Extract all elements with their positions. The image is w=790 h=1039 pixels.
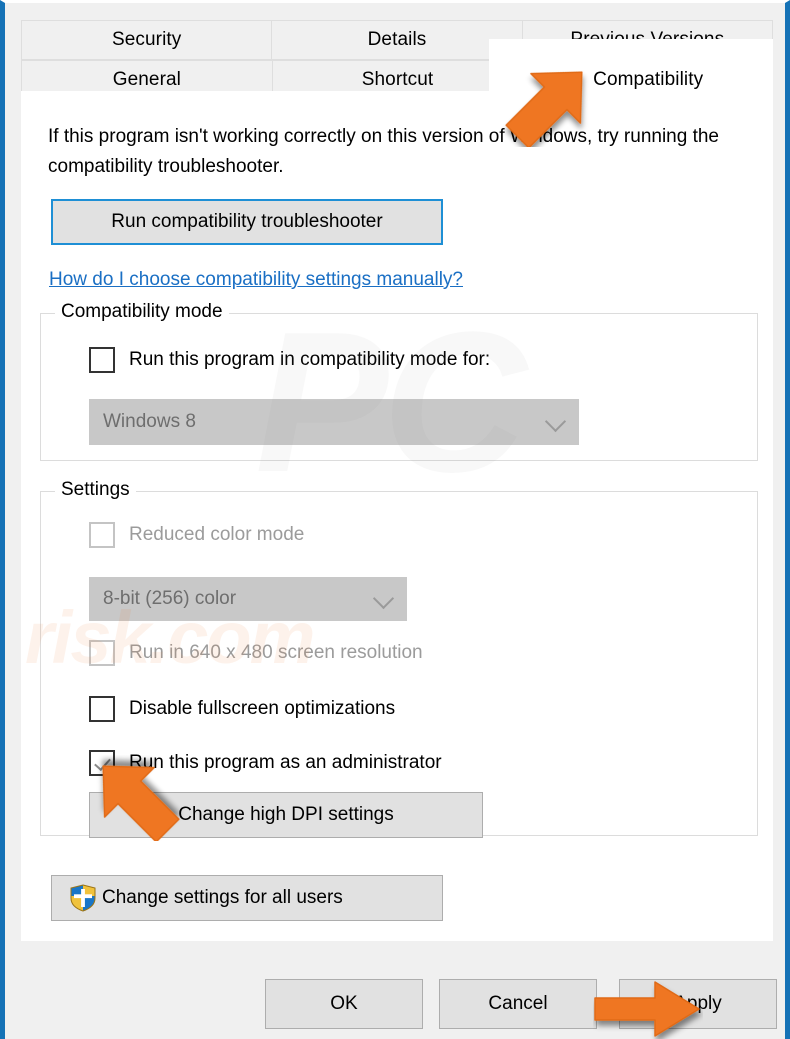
settings-group: Settings Reduced color mode 8-bit (256) … (40, 479, 758, 838)
tab-strip: Security Details Previous Versions Gener… (21, 20, 774, 100)
compatibility-tab-panel: If this program isn't working correctly … (21, 91, 773, 941)
tab-security[interactable]: Security (21, 20, 273, 60)
ok-button-label: OK (330, 993, 358, 1014)
compatibility-mode-group-title: Compatibility mode (55, 301, 229, 323)
uac-shield-icon (70, 884, 96, 912)
os-version-select-value: Windows 8 (103, 411, 196, 432)
tab-compatibility-label: Compatibility (593, 69, 704, 90)
run-as-administrator-checkbox[interactable] (89, 750, 115, 776)
apply-button[interactable]: Apply (619, 979, 777, 1029)
intro-text: If this program isn't working correctly … (48, 126, 720, 177)
dialog-action-bar: OK Cancel Apply (5, 973, 785, 1039)
run-in-640x480-label: Run in 640 x 480 screen resolution (129, 642, 423, 663)
run-in-640x480-checkbox[interactable] (89, 640, 115, 666)
tab-details[interactable]: Details (272, 20, 523, 60)
change-high-dpi-settings-button[interactable]: Change high DPI settings (89, 792, 483, 838)
tab-shortcut-label: Shortcut (361, 69, 434, 90)
disable-fullscreen-optimizations-checkbox-row[interactable]: Disable fullscreen optimizations (89, 696, 395, 722)
compatibility-mode-group: Compatibility mode Run this program in c… (40, 301, 758, 461)
run-as-administrator-checkbox-row[interactable]: Run this program as an administrator (89, 750, 442, 776)
apply-button-label: Apply (674, 993, 722, 1014)
run-as-administrator-label: Run this program as an administrator (129, 752, 442, 773)
chevron-down-icon (372, 587, 395, 610)
color-depth-select-value: 8-bit (256) color (103, 588, 237, 609)
tab-details-label: Details (367, 29, 427, 50)
tab-compatibility[interactable]: Compatibility (523, 60, 774, 100)
cancel-button[interactable]: Cancel (439, 979, 597, 1029)
properties-dialog-window: Security Details Previous Versions Gener… (0, 0, 790, 1039)
run-in-compatibility-mode-label: Run this program in compatibility mode f… (129, 349, 491, 370)
settings-group-title: Settings (55, 479, 136, 501)
change-settings-for-all-users-button[interactable]: Change settings for all users (51, 875, 443, 921)
reduced-color-mode-label: Reduced color mode (129, 524, 305, 545)
color-depth-select[interactable]: 8-bit (256) color (89, 577, 407, 621)
cancel-button-label: Cancel (488, 993, 548, 1014)
disable-fullscreen-optimizations-checkbox[interactable] (89, 696, 115, 722)
os-version-select[interactable]: Windows 8 (89, 399, 579, 445)
reduced-color-mode-checkbox-row[interactable]: Reduced color mode (89, 522, 304, 548)
run-in-compatibility-mode-checkbox[interactable] (89, 347, 115, 373)
change-settings-for-all-users-label: Change settings for all users (102, 887, 343, 908)
disable-fullscreen-optimizations-label: Disable fullscreen optimizations (129, 698, 396, 719)
ok-button[interactable]: OK (265, 979, 423, 1029)
reduced-color-mode-checkbox[interactable] (89, 522, 115, 548)
compatibility-settings-help-link[interactable]: How do I choose compatibility settings m… (49, 269, 463, 291)
run-compatibility-troubleshooter-button[interactable]: Run compatibility troubleshooter (51, 199, 443, 245)
tab-general-label: General (112, 69, 181, 90)
run-in-640x480-checkbox-row[interactable]: Run in 640 x 480 screen resolution (89, 640, 423, 666)
run-compatibility-troubleshooter-label: Run compatibility troubleshooter (111, 211, 383, 232)
run-in-compatibility-mode-checkbox-row[interactable]: Run this program in compatibility mode f… (89, 347, 490, 373)
change-high-dpi-settings-label: Change high DPI settings (178, 804, 394, 825)
tab-security-label: Security (111, 29, 182, 50)
chevron-down-icon (544, 410, 567, 433)
